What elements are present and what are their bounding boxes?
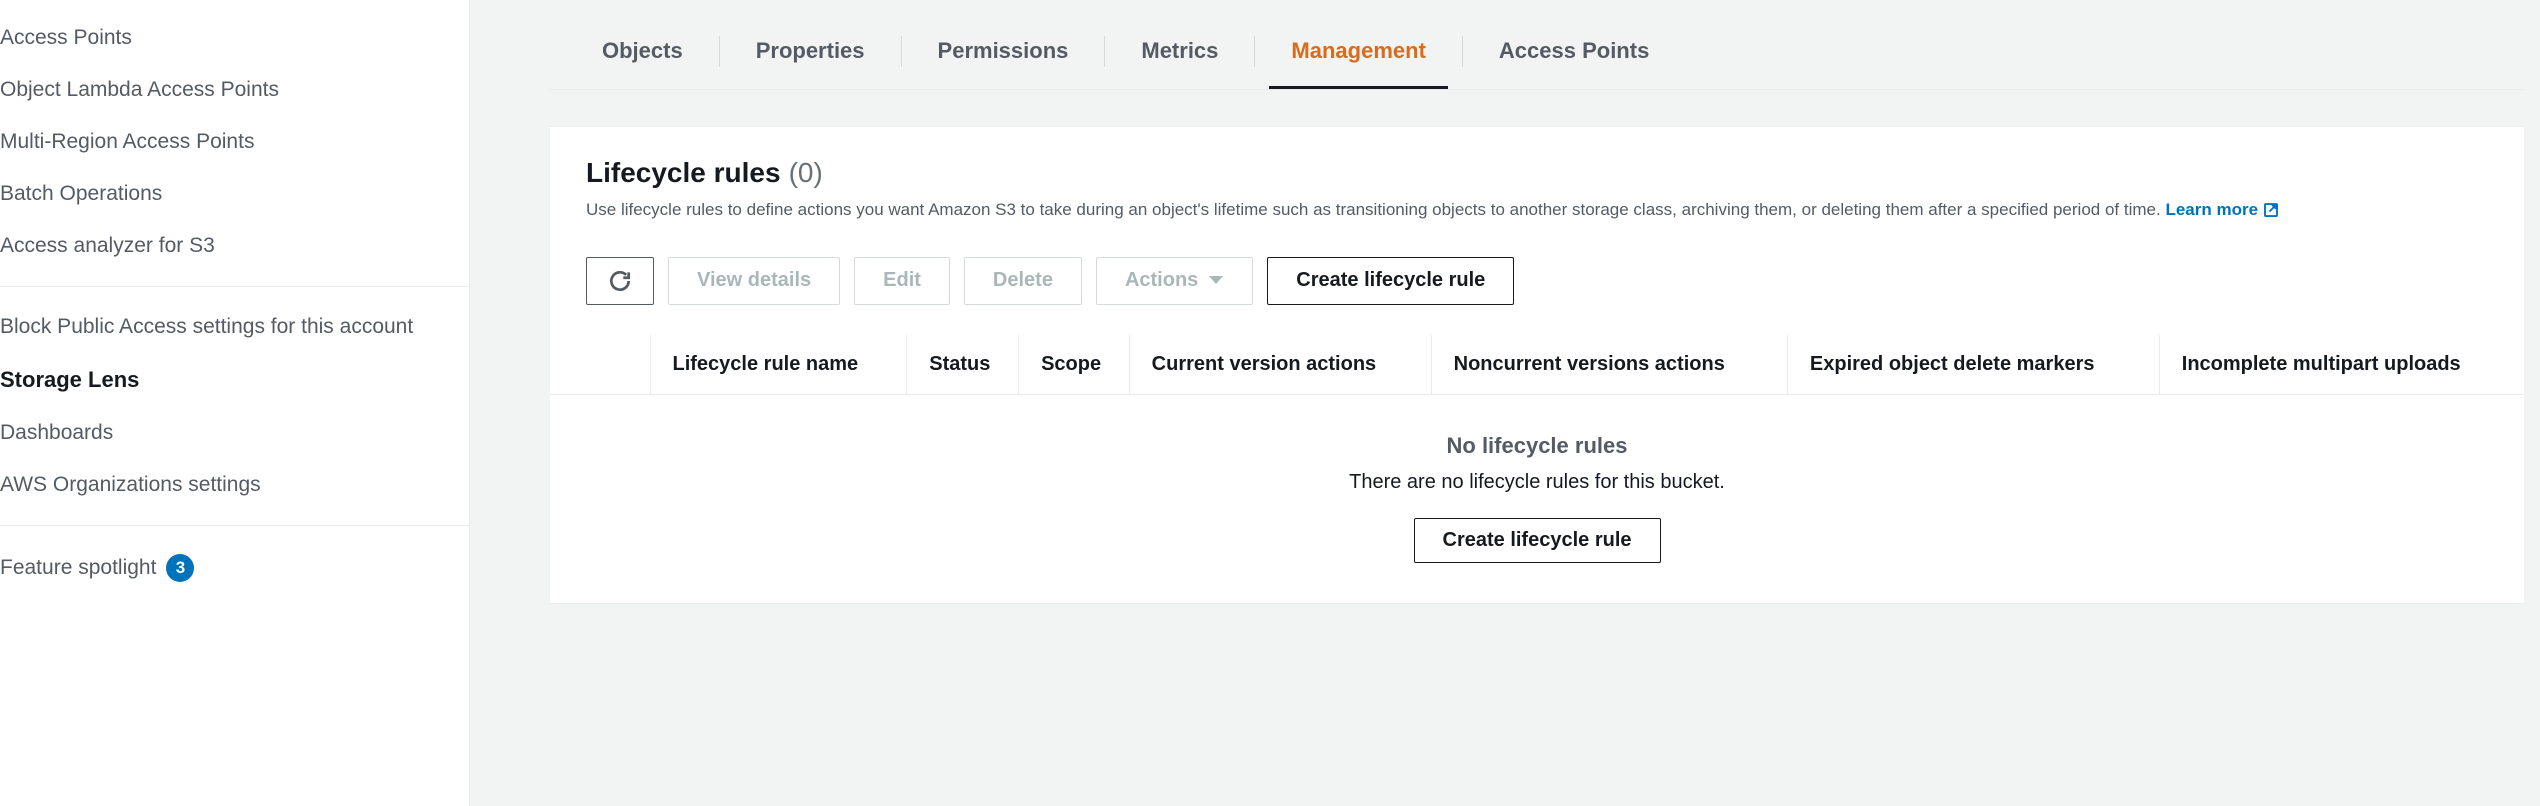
sidebar-item-label: Feature spotlight xyxy=(0,556,156,580)
external-link-icon xyxy=(2262,201,2280,219)
tab-separator xyxy=(719,36,720,67)
column-header-scope[interactable]: Scope xyxy=(1019,335,1130,395)
tab-objects[interactable]: Objects xyxy=(580,14,705,89)
feature-spotlight-badge: 3 xyxy=(166,554,194,582)
sidebar-item-access-analyzer[interactable]: Access analyzer for S3 xyxy=(0,220,469,272)
edit-button[interactable]: Edit xyxy=(854,257,950,305)
sidebar-item-batch-operations[interactable]: Batch Operations xyxy=(0,168,469,220)
column-header-current-version-actions[interactable]: Current version actions xyxy=(1129,335,1431,395)
tab-separator xyxy=(901,36,902,67)
tab-permissions[interactable]: Permissions xyxy=(916,14,1091,89)
panel-title: Lifecycle rules xyxy=(586,157,781,189)
panel-count: (0) xyxy=(789,157,823,189)
sidebar: Access Points Object Lambda Access Point… xyxy=(0,0,470,806)
sidebar-heading-storage-lens: Storage Lens xyxy=(0,353,469,407)
lifecycle-rules-panel: Lifecycle rules (0) Use lifecycle rules … xyxy=(550,126,2524,604)
refresh-icon xyxy=(607,268,633,294)
delete-button[interactable]: Delete xyxy=(964,257,1082,305)
main-content: Objects Properties Permissions Metrics M… xyxy=(470,0,2540,806)
tab-management[interactable]: Management xyxy=(1269,14,1447,89)
empty-state-title: No lifecycle rules xyxy=(570,433,2504,459)
refresh-button[interactable] xyxy=(586,257,654,305)
column-header-expired-object-delete-markers[interactable]: Expired object delete markers xyxy=(1787,335,2159,395)
tab-separator xyxy=(1254,36,1255,67)
column-header-noncurrent-versions-actions[interactable]: Noncurrent versions actions xyxy=(1431,335,1787,395)
tab-metrics[interactable]: Metrics xyxy=(1119,14,1240,89)
tab-properties[interactable]: Properties xyxy=(734,14,887,89)
button-row: View details Edit Delete Actions Create … xyxy=(550,243,2524,335)
tab-access-points[interactable]: Access Points xyxy=(1477,14,1671,89)
tab-separator xyxy=(1104,36,1105,67)
create-lifecycle-rule-button-empty[interactable]: Create lifecycle rule xyxy=(1414,518,1661,563)
tab-separator xyxy=(1462,36,1463,67)
sidebar-item-multi-region-access-points[interactable]: Multi-Region Access Points xyxy=(0,116,469,168)
empty-state: No lifecycle rules There are no lifecycl… xyxy=(550,395,2524,603)
sidebar-item-dashboards[interactable]: Dashboards xyxy=(0,407,469,459)
view-details-button[interactable]: View details xyxy=(668,257,840,305)
sidebar-divider xyxy=(0,286,469,287)
lifecycle-rules-table: Lifecycle rule name Status Scope Current… xyxy=(550,335,2524,603)
caret-down-icon xyxy=(1208,275,1224,287)
actions-dropdown-button[interactable]: Actions xyxy=(1096,257,1253,305)
panel-header: Lifecycle rules (0) Use lifecycle rules … xyxy=(550,127,2524,243)
column-header-rule-name[interactable]: Lifecycle rule name xyxy=(650,335,907,395)
empty-state-description: There are no lifecycle rules for this bu… xyxy=(570,471,2504,494)
create-lifecycle-rule-button[interactable]: Create lifecycle rule xyxy=(1267,257,1514,305)
sidebar-divider xyxy=(0,525,469,526)
sidebar-item-block-public-access[interactable]: Block Public Access settings for this ac… xyxy=(0,301,420,353)
sidebar-item-access-points[interactable]: Access Points xyxy=(0,12,469,64)
table-header-row: Lifecycle rule name Status Scope Current… xyxy=(550,335,2524,395)
tab-bar: Objects Properties Permissions Metrics M… xyxy=(550,0,2524,90)
column-header-status[interactable]: Status xyxy=(907,335,1019,395)
sidebar-item-aws-org-settings[interactable]: AWS Organizations settings xyxy=(0,459,469,511)
panel-description: Use lifecycle rules to define actions yo… xyxy=(586,197,2488,223)
learn-more-link[interactable]: Learn more xyxy=(2165,197,2280,223)
column-header-incomplete-multipart-uploads[interactable]: Incomplete multipart uploads xyxy=(2159,335,2524,395)
sidebar-item-object-lambda-access-points[interactable]: Object Lambda Access Points xyxy=(0,64,469,116)
sidebar-item-feature-spotlight[interactable]: Feature spotlight 3 xyxy=(0,540,469,596)
